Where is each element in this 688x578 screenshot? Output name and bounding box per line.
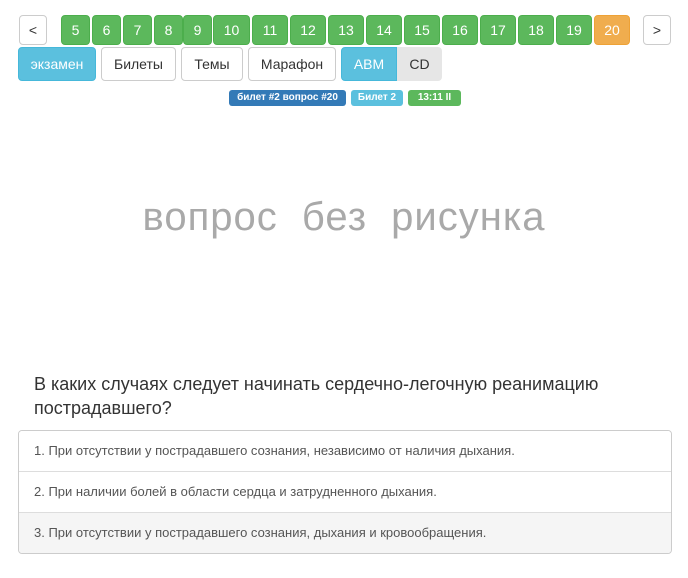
next-page-button[interactable]: > bbox=[643, 15, 671, 45]
timer-badge[interactable]: 13:11 II bbox=[408, 90, 461, 106]
page-button-8[interactable]: 8 bbox=[154, 15, 183, 45]
question-text: В каких случаях следует начинать сердечн… bbox=[34, 374, 599, 418]
page-button-12[interactable]: 12 bbox=[290, 15, 326, 45]
question-pager: < 5 6 7 8 9 10 11 12 13 14 15 16 17 18 1… bbox=[0, 15, 688, 45]
mode-toolbar: экзамен Билеты Темы Марафон ABM CD bbox=[0, 47, 688, 81]
exam-mode-button[interactable]: экзамен bbox=[18, 47, 96, 81]
page-button-15[interactable]: 15 bbox=[404, 15, 440, 45]
page-button-13[interactable]: 13 bbox=[328, 15, 364, 45]
page-button-7[interactable]: 7 bbox=[123, 15, 152, 45]
answer-option-1[interactable]: 1. При отсутствии у пострадавшего сознан… bbox=[19, 431, 671, 472]
page-button-19[interactable]: 19 bbox=[556, 15, 592, 45]
page-button-10[interactable]: 10 bbox=[213, 15, 250, 45]
page-button-5[interactable]: 5 bbox=[61, 15, 90, 45]
page-button-20-current[interactable]: 20 bbox=[594, 15, 630, 45]
answer-list: 1. При отсутствии у пострадавшего сознан… bbox=[18, 430, 672, 554]
page-button-16[interactable]: 16 bbox=[442, 15, 478, 45]
tickets-mode-button[interactable]: Билеты bbox=[101, 47, 176, 81]
category-abm-button[interactable]: ABM bbox=[341, 47, 397, 81]
page-button-18[interactable]: 18 bbox=[518, 15, 554, 45]
page-button-14[interactable]: 14 bbox=[366, 15, 402, 45]
status-badges: билет #2 вопрос #20 Билет 2 13:11 II bbox=[0, 90, 688, 106]
no-image-placeholder: вопрос без рисунка bbox=[142, 195, 546, 239]
page-button-6[interactable]: 6 bbox=[92, 15, 121, 45]
prev-page-button[interactable]: < bbox=[19, 15, 47, 45]
category-cd-button[interactable]: CD bbox=[397, 47, 442, 81]
answer-option-2[interactable]: 2. При наличии болей в области сердца и … bbox=[19, 472, 671, 513]
marathon-mode-button[interactable]: Марафон bbox=[248, 47, 336, 81]
ticket-badge: Билет 2 bbox=[351, 90, 403, 106]
page-button-11[interactable]: 11 bbox=[252, 15, 288, 45]
answer-option-3[interactable]: 3. При отсутствии у пострадавшего сознан… bbox=[19, 513, 671, 553]
page-button-17[interactable]: 17 bbox=[480, 15, 516, 45]
page-button-9[interactable]: 9 bbox=[183, 15, 212, 45]
topics-mode-button[interactable]: Темы bbox=[181, 47, 243, 81]
ticket-question-badge: билет #2 вопрос #20 bbox=[229, 90, 346, 106]
